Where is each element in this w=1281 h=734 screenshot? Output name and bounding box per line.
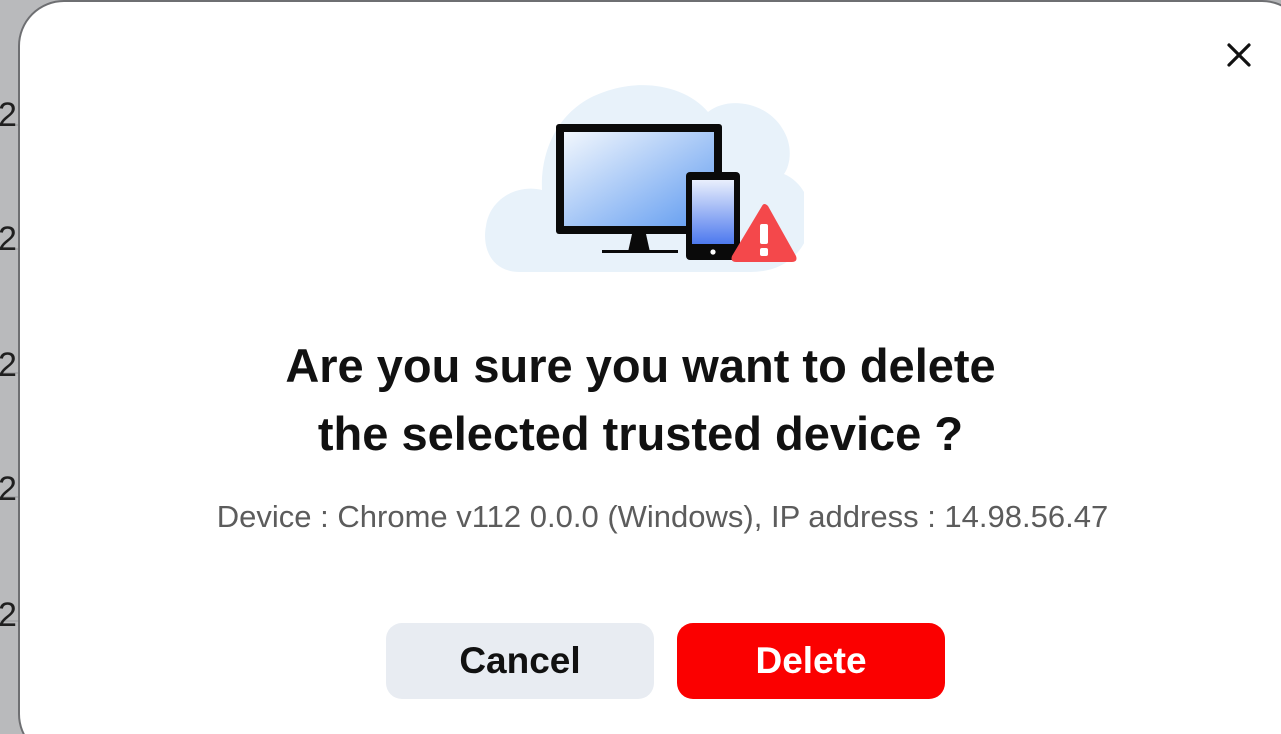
dialog-title: Are you sure you want to delete the sele… <box>0 332 1281 468</box>
dialog-title-line-2: the selected trusted device ? <box>317 407 964 460</box>
device-warning-icon <box>485 85 804 272</box>
close-icon[interactable] <box>1222 38 1256 72</box>
dialog-title-line-1: Are you sure you want to delete <box>285 339 996 392</box>
delete-button[interactable]: Delete <box>677 623 945 699</box>
background-row-value: 2 <box>0 596 17 634</box>
background-row-value: 2 <box>0 220 17 258</box>
background-row-value: 2 <box>0 96 17 134</box>
device-details: Device : Chrome v112 0.0.0 (Windows), IP… <box>216 499 1109 534</box>
cancel-button[interactable]: Cancel <box>386 623 654 699</box>
